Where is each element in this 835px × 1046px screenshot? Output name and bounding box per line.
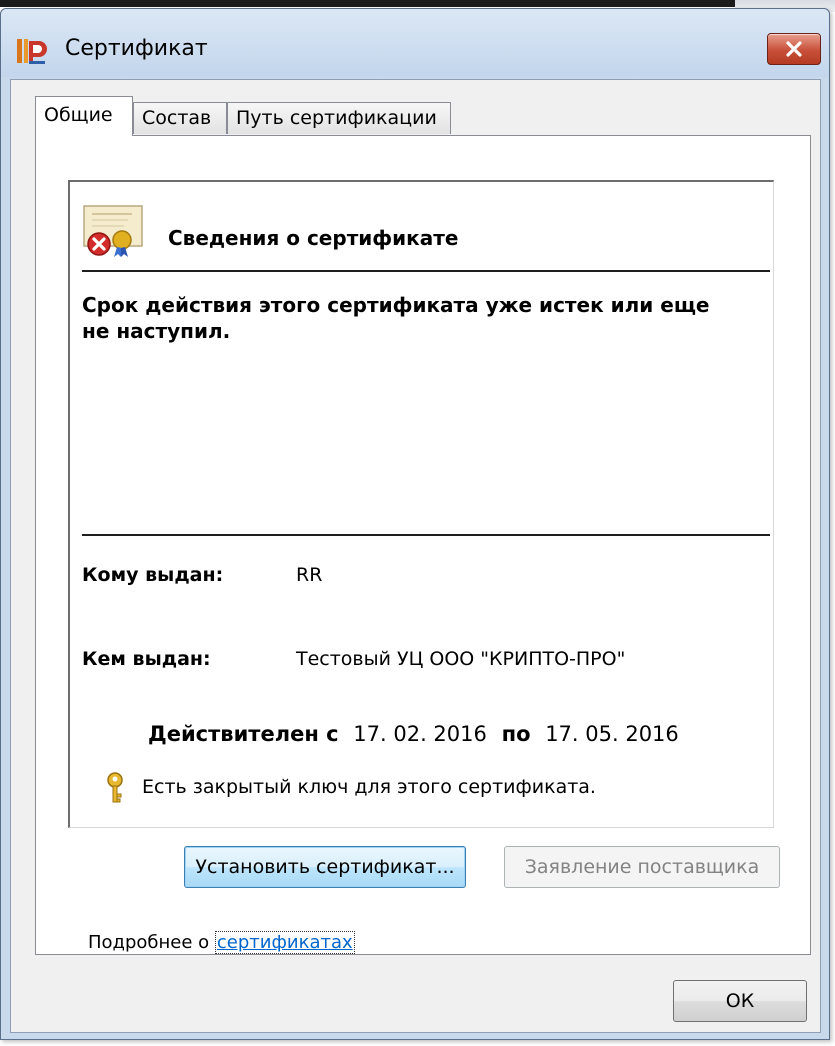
valid-to-date: 17. 05. 2016	[545, 722, 679, 746]
learn-more-text: Подробнее о сертификатах	[88, 931, 355, 954]
tab-certification-path[interactable]: Путь сертификации	[227, 102, 451, 134]
issued-to-value: RR	[296, 564, 323, 586]
tab-general-label: Общие	[44, 104, 113, 126]
private-key-note: Есть закрытый ключ для этого сертификата…	[142, 776, 596, 798]
tab-details[interactable]: Состав	[133, 102, 227, 134]
info-heading: Сведения о сертификате	[168, 226, 459, 250]
separator-bottom	[82, 534, 770, 536]
general-tab-panel: Сведения о сертификате Срок действия это…	[35, 135, 811, 955]
close-button[interactable]	[767, 33, 821, 65]
issued-by-label: Кем выдан:	[82, 648, 211, 670]
validity-warning: Срок действия этого сертификата уже исте…	[82, 293, 710, 343]
ok-button[interactable]: ОК	[673, 980, 807, 1022]
background-dark-edge	[0, 0, 735, 7]
validity-period: Действителен с 17. 02. 2016 по 17. 05. 2…	[148, 722, 687, 746]
window-title: Сертификат	[65, 36, 208, 61]
cryptopro-icon	[17, 39, 47, 64]
issued-by-value: Тестовый УЦ ООО "КРИПТО-ПРО"	[296, 648, 626, 670]
title-bar[interactable]: Сертификат	[1, 9, 829, 77]
issued-to-label: Кому выдан:	[82, 564, 224, 586]
issuer-statement-button[interactable]: Заявление поставщика	[504, 846, 780, 888]
separator-top	[82, 270, 770, 272]
valid-from-label: Действителен с	[148, 722, 339, 746]
close-x-icon	[786, 41, 802, 57]
key-icon	[107, 772, 123, 803]
tab-details-label: Состав	[142, 107, 212, 129]
certificate-info-box: Сведения о сертификате Срок действия это…	[68, 180, 774, 828]
tab-certification-path-label: Путь сертификации	[236, 107, 437, 129]
install-certificate-button[interactable]: Установить сертификат...	[184, 846, 466, 888]
certificate-dialog: Сертификат Общие Состав Путь сертификаци…	[0, 8, 830, 1040]
valid-from-date: 17. 02. 2016	[353, 722, 487, 746]
dialog-client-area: Общие Состав Путь сертификации Сведения …	[10, 79, 821, 1033]
valid-to-label: по	[501, 722, 531, 746]
certificate-error-icon	[83, 205, 143, 257]
certificates-link[interactable]: сертификатах	[214, 931, 355, 954]
tab-general[interactable]: Общие	[35, 96, 133, 136]
learn-more-prefix: Подробнее о	[88, 932, 215, 953]
